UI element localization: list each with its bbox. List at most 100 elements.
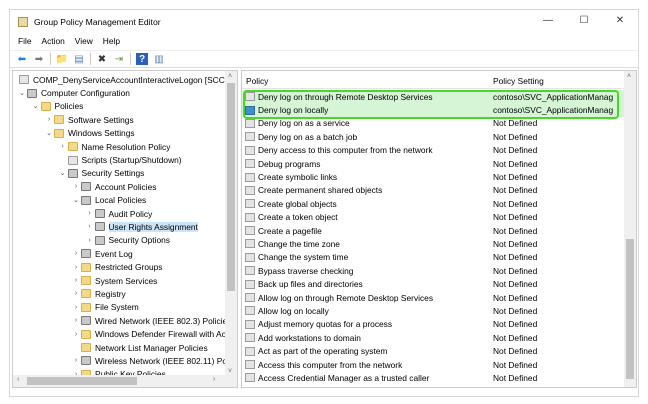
table-row[interactable]: Create global objects Not Defined: [242, 197, 626, 210]
table-row[interactable]: Adjust memory quotas for a process Not De…: [242, 318, 626, 331]
tree-node[interactable]: › Account Policies: [13, 180, 225, 193]
table-row[interactable]: Back up files and directories Not Defined: [242, 277, 626, 290]
show-hide-tree-icon[interactable]: ▤: [73, 53, 85, 65]
tree-node[interactable]: ⌄ Security Settings: [13, 167, 225, 180]
scroll-up-icon[interactable]: ˄: [627, 73, 631, 80]
chevron-right-icon[interactable]: ›: [85, 210, 95, 217]
menu-help[interactable]: Help: [103, 35, 120, 48]
tree-node[interactable]: › Wireless Network (IEEE 802.11) Poli: [13, 354, 231, 367]
table-row[interactable]: Add workstations to domain Not Defined: [242, 331, 626, 344]
menu-file[interactable]: File: [18, 35, 32, 48]
chevron-right-icon[interactable]: ›: [71, 277, 81, 284]
show-hide-action-pane-icon[interactable]: ▥: [153, 53, 165, 65]
back-icon[interactable]: ⬅: [16, 53, 28, 65]
chevron-right-icon[interactable]: ›: [44, 116, 54, 123]
table-row[interactable]: Allow log on through Remote Desktop Serv…: [242, 291, 626, 304]
tree-hscroll-thumb[interactable]: [27, 377, 137, 385]
tree-node[interactable]: › Wired Network (IEEE 802.3) Policies: [13, 314, 232, 327]
table-row[interactable]: Deny log on through Remote Desktop Servi…: [242, 90, 626, 104]
tree-node[interactable]: ⌄ Computer Configuration: [13, 86, 225, 99]
table-row[interactable]: Debug programs Not Defined: [242, 157, 626, 170]
list-header: Policy Policy Setting: [242, 71, 626, 89]
policy-setting: Not Defined: [493, 145, 538, 156]
list-vertical-scrollbar[interactable]: ˄: [624, 71, 636, 387]
maximize-button[interactable]: ☐: [566, 10, 602, 32]
tree-node[interactable]: ⌄ Policies: [13, 100, 225, 113]
tree-scroll-thumb[interactable]: [227, 83, 235, 291]
table-row[interactable]: Allow log on locally Not Defined: [242, 304, 626, 317]
tree-node[interactable]: › Software Settings: [13, 113, 225, 126]
list-scroll-thumb[interactable]: [626, 239, 634, 379]
table-row[interactable]: Create a pagefile Not Defined: [242, 224, 626, 237]
scroll-right-icon[interactable]: ›: [213, 376, 215, 383]
chevron-right-icon[interactable]: ›: [71, 250, 81, 257]
menu-action[interactable]: Action: [42, 35, 65, 48]
chevron-right-icon[interactable]: ›: [58, 143, 68, 150]
forward-icon[interactable]: ➡: [33, 53, 45, 65]
tree-node[interactable]: › Security Options: [13, 234, 225, 247]
chevron-down-icon[interactable]: ⌄: [71, 196, 81, 204]
table-row[interactable]: Deny log on as a service Not Defined: [242, 117, 626, 130]
table-row[interactable]: Change the system time Not Defined: [242, 251, 626, 264]
chevron-down-icon[interactable]: ⌄: [44, 129, 54, 137]
up-folder-icon[interactable]: 📁: [56, 53, 68, 65]
policy-setting: Not Defined: [493, 265, 538, 276]
tree-node[interactable]: › System Services: [13, 274, 225, 287]
tree-node[interactable]: › Audit Policy: [13, 207, 225, 220]
chevron-down-icon[interactable]: ⌄: [17, 89, 27, 97]
policy-setting: Not Defined: [493, 172, 538, 183]
close-button[interactable]: ✕: [602, 10, 638, 32]
table-row[interactable]: Create a token object Not Defined: [242, 211, 626, 224]
chevron-down-icon[interactable]: ⌄: [31, 102, 41, 110]
scroll-down-icon[interactable]: ˅: [228, 368, 232, 375]
chevron-right-icon[interactable]: ›: [71, 304, 81, 311]
tree-vertical-scrollbar[interactable]: ˄ ˅: [225, 71, 237, 377]
chevron-right-icon[interactable]: ›: [71, 183, 81, 190]
tree-node[interactable]: › Name Resolution Policy: [13, 140, 225, 153]
tree-node[interactable]: Network List Manager Policies: [13, 341, 225, 354]
chevron-right-icon[interactable]: ›: [71, 331, 81, 338]
tree-node[interactable]: ⌄ Windows Settings: [13, 127, 225, 140]
delete-icon[interactable]: ✖: [96, 53, 108, 65]
menu-view[interactable]: View: [75, 35, 93, 48]
chevron-right-icon[interactable]: ›: [71, 357, 81, 364]
tree-node[interactable]: › User Rights Assignment: [13, 220, 225, 233]
tree-node[interactable]: COMP_DenyServiceAccountInteractiveLogon …: [13, 73, 236, 86]
table-row[interactable]: Deny log on locally contoso\SVC_Applicati…: [242, 103, 626, 117]
table-row[interactable]: Bypass traverse checking Not Defined: [242, 264, 626, 277]
folder-icon: [81, 343, 91, 352]
tree-node[interactable]: › Windows Defender Firewall with Ac: [13, 327, 226, 340]
table-row[interactable]: Deny log on as a batch job Not Defined: [242, 130, 626, 143]
tree-node-label: Name Resolution Policy: [81, 141, 171, 152]
column-header-policy-setting[interactable]: Policy Setting: [489, 76, 544, 86]
policy-name: Create permanent shared objects: [258, 185, 383, 196]
column-header-policy[interactable]: Policy: [242, 76, 489, 86]
chevron-down-icon[interactable]: ⌄: [58, 169, 68, 177]
export-list-icon[interactable]: ⇥: [113, 53, 125, 65]
chevron-right-icon[interactable]: ›: [71, 264, 81, 271]
help-icon[interactable]: ?: [136, 53, 148, 65]
tree-node[interactable]: ⌄ Local Policies: [13, 194, 225, 207]
chevron-right-icon[interactable]: ›: [71, 290, 81, 297]
tree-pane: COMP_DenyServiceAccountInteractiveLogon …: [12, 70, 238, 388]
table-row[interactable]: Act as part of the operating system Not D…: [242, 344, 626, 357]
chevron-right-icon[interactable]: ›: [85, 223, 95, 230]
table-row[interactable]: Access this computer from the network Not…: [242, 358, 626, 371]
table-row[interactable]: Create permanent shared objects Not Defin…: [242, 184, 626, 197]
tree-node[interactable]: › File System: [13, 301, 225, 314]
tree-node[interactable]: Scripts (Startup/Shutdown): [13, 153, 225, 166]
minimize-button[interactable]: —: [530, 10, 566, 32]
chevron-right-icon[interactable]: ›: [71, 317, 81, 324]
group-policy-editor-window: Group Policy Management Editor — ☐ ✕ Fil…: [9, 9, 639, 397]
table-row[interactable]: Create symbolic links Not Defined: [242, 170, 626, 183]
table-row[interactable]: Deny access to this computer from the ne…: [242, 144, 626, 157]
tree-node[interactable]: › Registry: [13, 287, 225, 300]
table-row[interactable]: Change the time zone Not Defined: [242, 237, 626, 250]
scroll-left-icon[interactable]: ‹: [17, 376, 19, 383]
tree-node[interactable]: › Restricted Groups: [13, 260, 225, 273]
chevron-right-icon[interactable]: ›: [85, 237, 95, 244]
tree-node[interactable]: › Event Log: [13, 247, 225, 260]
tree-horizontal-scrollbar[interactable]: ‹ ›: [13, 375, 237, 387]
scroll-up-icon[interactable]: ˄: [228, 73, 232, 80]
table-row[interactable]: Access Credential Manager as a trusted c…: [242, 371, 626, 384]
